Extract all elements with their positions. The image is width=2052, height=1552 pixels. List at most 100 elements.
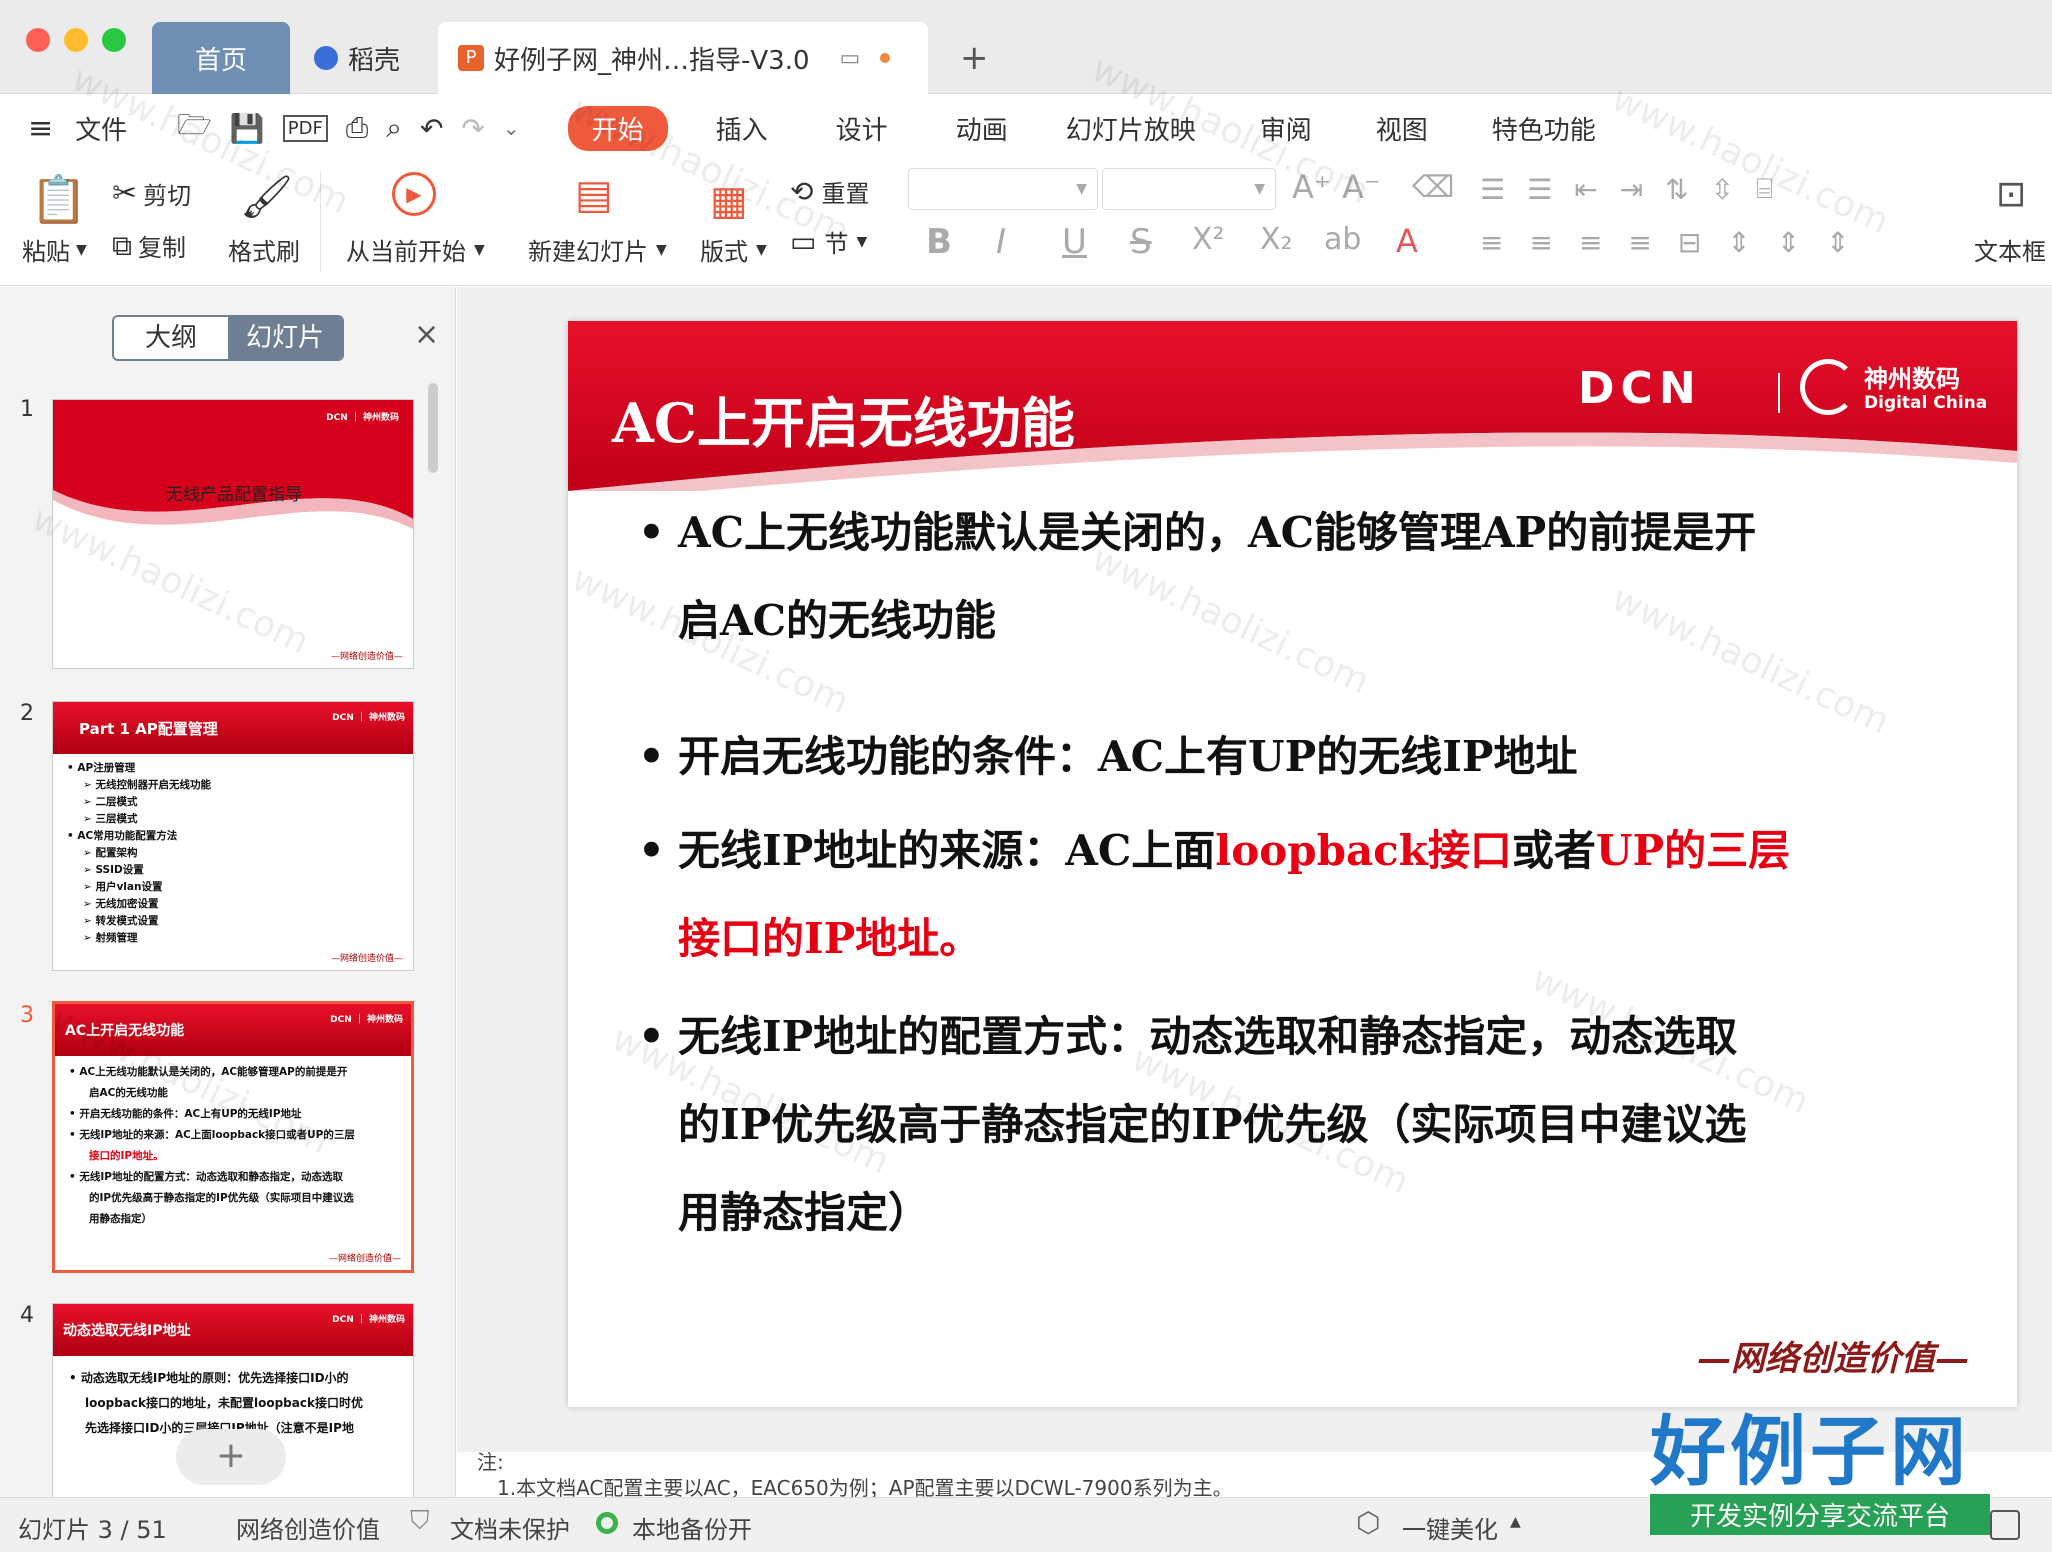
underline-icon[interactable]: U [1062, 222, 1087, 262]
align-center-icon[interactable]: ≡ [1529, 226, 1552, 259]
section-button[interactable]: ▭ 节 ▼ [790, 224, 867, 259]
bullet-4-line-3: 用静态指定） [678, 1188, 931, 1237]
outdent-icon[interactable]: ⇤ [1574, 173, 1597, 206]
reset-icon: ⟲ [790, 175, 814, 208]
beautify-button[interactable]: 一键美化 [1402, 1510, 1498, 1545]
menu-slideshow[interactable]: 幻灯片放映 [1066, 106, 1196, 151]
play-icon[interactable]: ▶ [392, 172, 436, 216]
indent-icon[interactable]: ⇥ [1620, 173, 1643, 206]
menu-design[interactable]: 设计 [836, 106, 888, 151]
font-shrink-icon[interactable]: A⁻ [1342, 168, 1381, 206]
text-direction-icon[interactable]: ⌸ [1756, 172, 1773, 206]
copy-button[interactable]: ⧉ 复制 [112, 228, 186, 263]
paste-button[interactable]: 粘贴 ▼ [22, 232, 87, 267]
font-color-icon[interactable]: A [1396, 222, 1418, 260]
open-icon[interactable]: 🗁 [177, 104, 212, 152]
bullets-icon[interactable]: ☰ [1480, 173, 1505, 206]
font-size-select[interactable]: ▼ [1102, 168, 1276, 210]
thumb-body: • AC上无线功能默认是关闭的，AC能够管理AP的前提是开 启AC的无线功能 •… [55, 1056, 411, 1230]
save-icon[interactable]: 💾 [230, 112, 265, 145]
menu-animation[interactable]: 动画 [956, 106, 1008, 151]
outline-tab[interactable]: 大纲 [114, 317, 228, 359]
highlight-icon[interactable]: ab [1324, 222, 1361, 257]
backup-icon [596, 1512, 618, 1534]
sort-icon[interactable]: ⇅ [1665, 173, 1688, 206]
preview-icon[interactable]: ⌕ [386, 111, 402, 145]
cube-icon: ⬡ [1356, 1506, 1381, 1539]
paste-icon[interactable]: 📋 [30, 172, 87, 227]
clear-format-icon[interactable]: ⌫ [1412, 170, 1454, 205]
para-spacing-icon[interactable]: ⇕ [1777, 226, 1800, 259]
slides-tab[interactable]: 幻灯片 [228, 317, 342, 359]
reset-label: 重置 [821, 180, 870, 208]
slide-thumbnail-3-selected[interactable]: AC上开启无线功能 DCN ｜ 神州数码 • AC上无线功能默认是关闭的，AC能… [52, 1001, 414, 1273]
add-slide-button[interactable]: + [176, 1429, 286, 1485]
font-grow-icon[interactable]: A⁺ [1292, 168, 1331, 206]
tab-daoke[interactable]: 稻壳 [314, 22, 424, 94]
thumb-footer: —网络创造价值— [330, 652, 403, 662]
menu-start[interactable]: 开始 [567, 105, 668, 151]
align-left-icon[interactable]: ≡ [1480, 226, 1503, 259]
play-current-button[interactable]: 从当前开始 ▼ [346, 232, 485, 267]
close-panel-icon[interactable]: × [414, 317, 439, 352]
maximize-window-button[interactable] [102, 28, 126, 52]
close-window-button[interactable] [26, 28, 50, 52]
slide-thumbnail-1[interactable]: DCN ｜ 神州数码 无线产品配置指导 —网络创造价值— [52, 399, 414, 669]
distribute-icon[interactable]: ⊟ [1678, 226, 1701, 259]
bullet-1-line-2: 启AC的无线功能 [678, 596, 997, 645]
new-slide-button[interactable]: 新建幻灯片 ▼ [528, 232, 667, 267]
layout-icon[interactable]: ▦ [710, 178, 748, 224]
layout-button[interactable]: 版式 ▼ [700, 232, 767, 267]
bullet-dot: • [638, 732, 665, 781]
new-slide-icon[interactable]: ▤ [575, 172, 613, 218]
fullscreen-icon[interactable] [1990, 1510, 2020, 1540]
bold-icon[interactable]: B [926, 222, 952, 262]
caret-up-icon: ▲ [1510, 1514, 1521, 1530]
copy-label: 复制 [138, 234, 186, 262]
format-painter-button[interactable]: 格式刷 [228, 232, 300, 267]
menu-file[interactable]: 文件 [75, 110, 127, 147]
panel-scrollbar[interactable] [428, 383, 438, 473]
brush-icon[interactable]: 🖌 [240, 172, 293, 222]
redo-icon[interactable]: ↷ [461, 112, 484, 145]
strikethrough-icon[interactable]: S [1130, 222, 1152, 262]
spacing-icon[interactable]: ⇳ [1711, 173, 1734, 206]
superscript-icon[interactable]: X² [1192, 222, 1225, 257]
hamburger-icon[interactable]: ≡ [28, 111, 53, 146]
thumb-line: • 无线IP地址的配置方式：动态选取和静态指定，动态选取 [69, 1171, 343, 1183]
textbox-icon[interactable]: ⊡ [1996, 174, 2026, 215]
menu-view[interactable]: 视图 [1376, 106, 1428, 151]
slide-thumbnail-2[interactable]: Part 1 AP配置管理 DCN ｜ 神州数码 • AP注册管理 ➢ 无线控制… [52, 701, 414, 971]
tab-document[interactable]: P 好例子网_神州…指导-V3.0 ▭ [438, 22, 928, 94]
backup-status[interactable]: 本地备份开 [632, 1510, 752, 1545]
italic-icon[interactable]: I [996, 222, 1006, 262]
textbox-button[interactable]: 文本框 [1974, 232, 2046, 267]
menu-insert[interactable]: 插入 [716, 106, 768, 151]
theme-name[interactable]: 网络创造价值 [236, 1510, 380, 1545]
slide-number: 1 [20, 397, 34, 422]
subscript-icon[interactable]: X₂ [1260, 222, 1293, 257]
line-spacing-icon[interactable]: ⇕ [1727, 226, 1750, 259]
tab-home[interactable]: 首页 [152, 22, 290, 94]
new-tab-button[interactable]: + [960, 22, 989, 94]
undo-icon[interactable]: ↶ [420, 112, 443, 145]
print-icon[interactable]: ⎙ [346, 111, 368, 145]
more-icon[interactable]: ⌄ [503, 116, 520, 140]
menu-review[interactable]: 审阅 [1260, 106, 1312, 151]
protection-status[interactable]: 文档未保护 [450, 1510, 570, 1545]
more-spacing-icon[interactable]: ⇕ [1826, 226, 1849, 259]
align-right-icon[interactable]: ≡ [1579, 226, 1602, 259]
monitor-icon[interactable]: ▭ [840, 46, 861, 71]
minimize-window-button[interactable] [64, 28, 88, 52]
cut-button[interactable]: ✂ 剪切 [112, 176, 191, 211]
justify-icon[interactable]: ≡ [1628, 226, 1651, 259]
thumb-line: ➢ 二层模式 [83, 796, 138, 808]
bullet-dot: • [638, 826, 665, 875]
thumb-footer: —网络创造价值— [328, 1254, 401, 1264]
pdf-icon[interactable]: PDF [282, 114, 328, 142]
numbering-icon[interactable]: ☰ [1527, 173, 1552, 206]
reset-button[interactable]: ⟲ 重置 [790, 174, 869, 209]
slide-3[interactable]: AC上开启无线功能 DCN 神州数码 Digital China • AC上无线… [568, 321, 2017, 1407]
menu-special[interactable]: 特色功能 [1492, 106, 1596, 151]
font-name-select[interactable]: ▼ [908, 168, 1098, 210]
